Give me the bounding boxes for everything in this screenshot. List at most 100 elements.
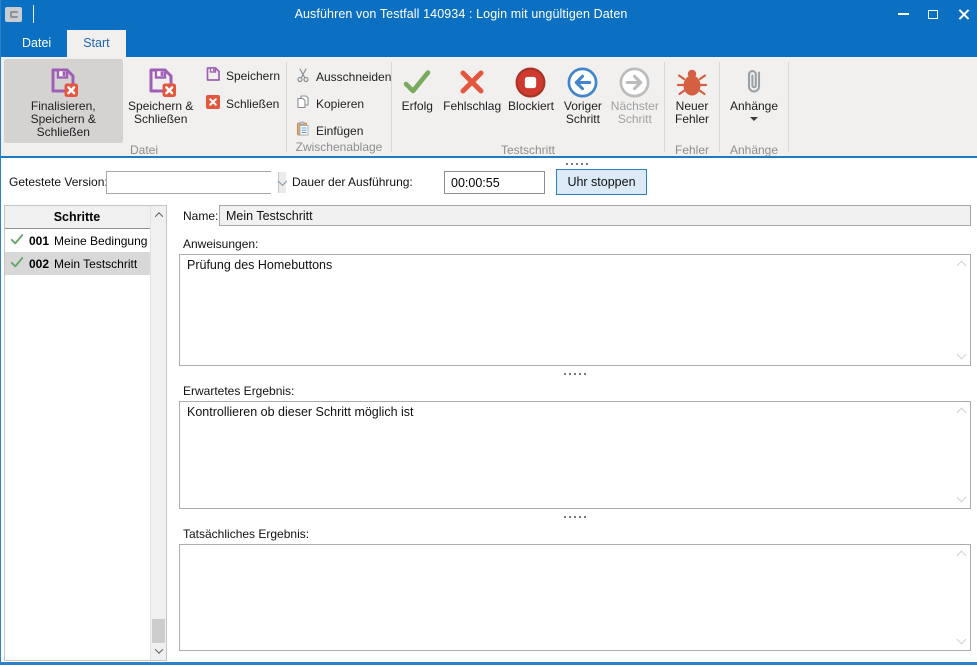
window-title: Ausführen von Testfall 140934 : Login mi… xyxy=(34,7,888,21)
ribbon-group-zwischenablage: Ausschneiden Kopieren xyxy=(289,59,389,156)
steps-scrollbar[interactable] xyxy=(150,206,166,660)
save-button[interactable]: Speichern xyxy=(205,66,280,85)
paperclip-icon xyxy=(738,64,770,100)
blocked-button[interactable]: Blockiert xyxy=(504,59,558,143)
steps-header: Schritte xyxy=(5,206,166,229)
step-label: Mein Testschritt xyxy=(54,257,137,271)
bug-icon xyxy=(676,64,708,100)
minimize-button[interactable] xyxy=(888,0,918,28)
previous-step-button[interactable]: Voriger Schritt xyxy=(558,59,607,143)
group-label-testschritt: Testschritt xyxy=(394,143,662,158)
name-input[interactable] xyxy=(219,205,971,226)
check-icon xyxy=(10,232,24,249)
cut-label: Ausschneiden xyxy=(316,70,391,84)
scroll-up-arrow[interactable] xyxy=(151,207,166,223)
minimize-icon xyxy=(898,13,909,15)
section-splitter-handle[interactable] xyxy=(176,370,974,378)
save-label: Speichern xyxy=(226,69,280,83)
arrow-left-circle-icon xyxy=(566,64,599,100)
stop-clock-button[interactable]: Uhr stoppen xyxy=(556,169,647,195)
close-button[interactable] xyxy=(948,0,977,28)
check-icon xyxy=(401,64,433,100)
check-icon xyxy=(10,255,24,272)
step-number: 001 xyxy=(29,234,49,248)
new-defect-button[interactable]: Neuer Fehler xyxy=(667,59,717,143)
blocked-label: Blockiert xyxy=(508,100,554,113)
execution-toolbar: Getestete Version: Dauer der Ausführung:… xyxy=(1,168,977,202)
chevron-down-icon xyxy=(750,117,758,121)
scrollbar-thumb[interactable] xyxy=(152,619,165,643)
group-separator xyxy=(719,62,720,152)
instructions-box: Prüfung des Homebuttons xyxy=(179,254,971,366)
group-label-zwischenablage: Zwischenablage xyxy=(289,140,389,156)
next-step-button[interactable]: Nächster Schritt xyxy=(608,59,662,143)
expected-result-textarea[interactable]: Kontrollieren ob dieser Schritt möglich … xyxy=(179,401,971,509)
finalize-save-close-button[interactable]: Finalisieren, Speichern & Schließen xyxy=(4,59,123,143)
ribbon-group-testschritt: Erfolg Fehlschlag xyxy=(394,59,662,156)
copy-button[interactable]: Kopieren xyxy=(295,94,391,113)
success-label: Erfolg xyxy=(402,100,433,113)
group-label-fehler: Fehler xyxy=(667,143,717,158)
save-close-icon xyxy=(145,64,177,100)
actual-result-label: Tatsächliches Ergebnis: xyxy=(183,527,974,541)
chevron-down-icon xyxy=(278,176,288,186)
tested-version-combobox[interactable] xyxy=(106,171,271,194)
paste-button[interactable]: Einfügen xyxy=(295,121,391,140)
next-step-label: Nächster Schritt xyxy=(608,100,662,126)
close-ribbon-button[interactable]: Schließen xyxy=(205,94,280,113)
duration-input[interactable] xyxy=(444,171,545,194)
ribbon-group-datei: Finalisieren, Speichern & Schließen Spei… xyxy=(4,59,284,156)
title-bar: Ausführen von Testfall 140934 : Login mi… xyxy=(1,0,977,28)
scroll-down-arrow[interactable] xyxy=(151,643,166,659)
step-row-1[interactable]: 001 Meine Bedingung xyxy=(5,229,166,252)
steps-panel: Schritte 001 Meine Bedingung 002 Mein Te… xyxy=(4,205,167,661)
clipboard-icon xyxy=(295,121,311,140)
copy-icon xyxy=(295,94,311,113)
instructions-textarea[interactable]: Prüfung des Homebuttons xyxy=(179,254,971,366)
success-button[interactable]: Erfolg xyxy=(394,59,440,143)
arrow-right-circle-icon xyxy=(618,64,651,100)
actual-result-box xyxy=(179,544,971,651)
expected-result-box: Kontrollieren ob dieser Schritt möglich … xyxy=(179,401,971,509)
attachments-button[interactable]: Anhänge xyxy=(722,59,786,143)
close-icon xyxy=(958,9,969,20)
name-label: Name: xyxy=(183,209,218,223)
close-ribbon-label: Schließen xyxy=(226,97,279,111)
instructions-label: Anweisungen: xyxy=(183,237,974,251)
step-detail-pane: Name: Anweisungen: Prüfung des Homebutto… xyxy=(176,205,974,661)
previous-step-label: Voriger Schritt xyxy=(558,100,607,126)
failure-button[interactable]: Fehlschlag xyxy=(440,59,503,143)
cross-icon xyxy=(456,64,488,100)
step-label: Meine Bedingung xyxy=(54,234,147,248)
save-icon xyxy=(205,66,221,85)
step-number: 002 xyxy=(29,257,49,271)
finalize-save-close-label: Finalisieren, Speichern & Schließen xyxy=(4,100,123,139)
tested-version-label: Getestete Version: xyxy=(9,175,108,189)
step-row-2[interactable]: 002 Mein Testschritt xyxy=(5,252,166,275)
tested-version-input[interactable] xyxy=(107,172,278,193)
pane-splitter-handle[interactable] xyxy=(557,160,597,168)
actual-result-textarea[interactable] xyxy=(179,544,971,651)
group-separator xyxy=(286,62,287,152)
ribbon-group-anhaenge: Anhänge Anhänge xyxy=(722,59,786,156)
app-icon[interactable] xyxy=(5,7,22,22)
copy-label: Kopieren xyxy=(316,97,364,111)
group-label-datei: Datei xyxy=(4,143,284,158)
cut-button[interactable]: Ausschneiden xyxy=(295,67,391,86)
scissors-icon xyxy=(295,67,311,86)
attachments-label: Anhänge xyxy=(730,100,778,113)
save-and-close-button[interactable]: Speichern & Schließen xyxy=(123,59,199,143)
group-separator xyxy=(788,62,789,152)
save-close-icon xyxy=(47,64,79,100)
combobox-dropdown-button[interactable] xyxy=(278,172,286,193)
duration-label: Dauer der Ausführung: xyxy=(292,175,413,189)
maximize-button[interactable] xyxy=(918,0,948,28)
section-splitter-handle[interactable] xyxy=(176,513,974,521)
tab-datei[interactable]: Datei xyxy=(6,30,67,57)
tab-start[interactable]: Start xyxy=(67,30,125,57)
group-separator xyxy=(391,62,392,152)
ribbon-group-fehler: Neuer Fehler Fehler xyxy=(667,59,717,156)
expected-result-label: Erwartetes Ergebnis: xyxy=(183,384,974,398)
save-and-close-label: Speichern & Schließen xyxy=(123,100,199,126)
paste-label: Einfügen xyxy=(316,124,363,138)
